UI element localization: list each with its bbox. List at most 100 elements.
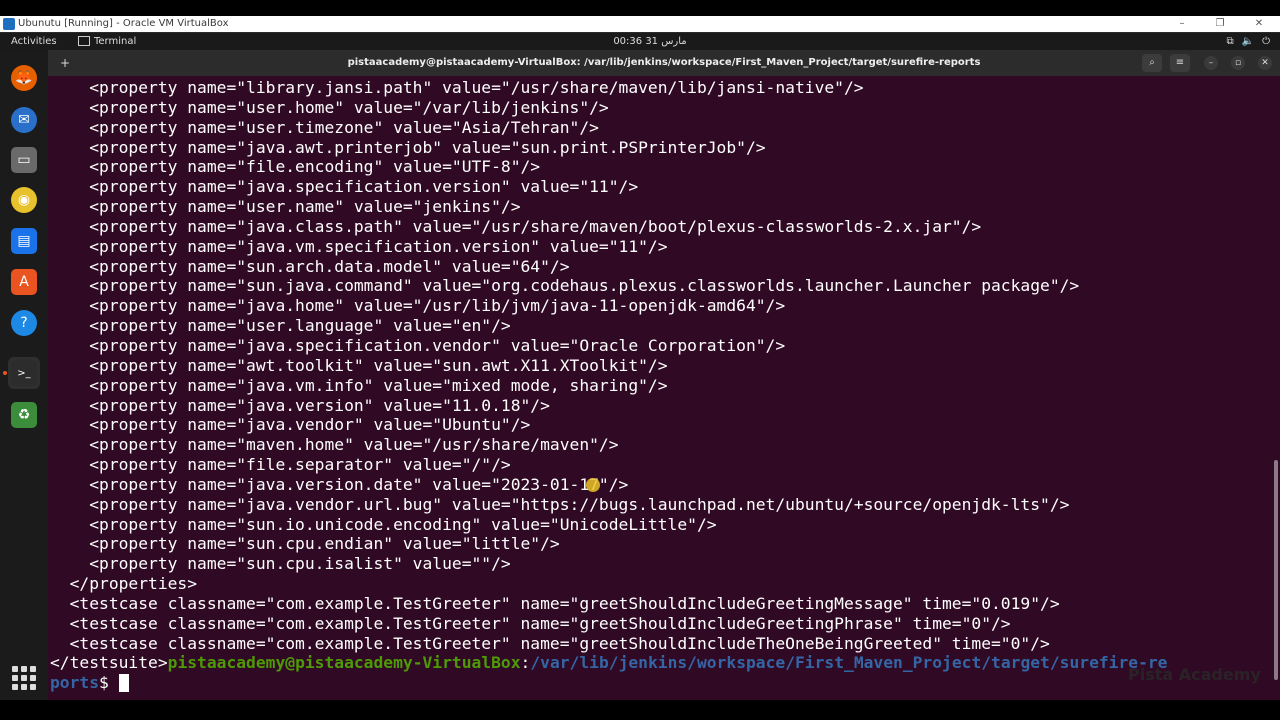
grid-dot [21, 675, 27, 681]
hamburger-menu-button[interactable]: ≡ [1170, 54, 1190, 72]
trash-glyph: ♻ [11, 402, 37, 428]
activities-button[interactable]: Activities [11, 33, 57, 50]
terminal-line: <property name="java.specification.versi… [50, 177, 639, 197]
terminal-scrollbar[interactable] [1272, 76, 1280, 700]
watermark: Pista Academy [1128, 665, 1261, 684]
terminal-maximize-button[interactable]: ▫ [1231, 56, 1245, 70]
grid-dot [12, 684, 18, 690]
files-glyph: ▭ [11, 147, 37, 173]
writer-glyph: ▤ [11, 228, 37, 254]
virtualbox-title: Ubunutu [Running] - Oracle VM VirtualBox [18, 18, 229, 29]
terminal-line: <property name="user.home" value="/var/l… [50, 97, 609, 117]
terminal-line: <property name="sun.cpu.isalist" value="… [50, 554, 511, 574]
dock-thunderbird-icon[interactable]: ✉ [8, 104, 40, 136]
prompt-line: </testsuite>pistaacademy@pistaacademy-Vi… [50, 653, 1167, 673]
terminal-glyph: >_ [11, 360, 37, 386]
app-menu-terminal[interactable]: Terminal [78, 33, 136, 50]
thunderbird-glyph: ✉ [11, 107, 37, 133]
terminal-line: <property name="java.specification.vendo… [50, 335, 786, 355]
terminal-line: <property name="java.version" value="11.… [50, 395, 550, 415]
terminal-line: <property name="java.vendor" value="Ubun… [50, 415, 531, 435]
prompt-path: /var/lib/jenkins/workspace/First_Maven_P… [530, 653, 1168, 673]
terminal-line: <testcase classname="com.example.TestGre… [50, 593, 1060, 613]
dock-trash-icon[interactable]: ♻ [8, 399, 40, 431]
terminal-line: <property name="sun.arch.data.model" val… [50, 256, 570, 276]
terminal-line: <testcase classname="com.example.TestGre… [50, 633, 1050, 653]
software-glyph: A [11, 269, 37, 295]
text-cursor [118, 674, 129, 693]
dock-firefox-icon[interactable]: 🦊 [8, 62, 40, 94]
terminal-line: <property name="awt.toolkit" value="sun.… [50, 355, 668, 375]
show-applications-icon[interactable] [12, 666, 36, 690]
terminal-line: <property name="sun.io.unicode.encoding"… [50, 514, 717, 534]
dock: 🦊 ✉ ▭ ◉ ▤ A? >_ ♻ [0, 50, 48, 700]
host-top-strip [0, 0, 1280, 16]
system-tray[interactable]: ⧉ 🔈 ⏻ [1218, 33, 1270, 50]
terminal-line: <property name="java.class.path" value="… [50, 216, 982, 236]
running-indicator [3, 371, 7, 375]
terminal-minimize-button[interactable]: – [1204, 56, 1218, 70]
host-bottom-strip [0, 700, 1280, 720]
dock-writer-icon[interactable]: ▤ [8, 225, 40, 257]
terminal-line: <property name="java.version.date" value… [50, 474, 629, 494]
grid-dot [30, 666, 36, 672]
vbox-close-button[interactable]: ✕ [1249, 16, 1269, 32]
dock-software-icon[interactable]: A [8, 266, 40, 298]
network-icon[interactable]: ⧉ [1226, 36, 1233, 47]
terminal-line: <testcase classname="com.example.TestGre… [50, 613, 1011, 633]
grid-dot [30, 684, 36, 690]
terminal-app-icon [78, 36, 90, 46]
terminal-line: <property name="sun.cpu.endian" value="l… [50, 534, 560, 554]
grid-dot [21, 666, 27, 672]
prompt-path-continued: ports [50, 673, 100, 693]
dock-terminal-icon[interactable]: >_ [8, 357, 40, 389]
screen: Ubunutu [Running] - Oracle VM VirtualBox… [0, 0, 1280, 720]
app-name: Terminal [94, 36, 137, 47]
terminal-line: <property name="file.separator" value="/… [50, 455, 511, 475]
help-glyph: ? [11, 310, 37, 336]
vbox-maximize-button[interactable]: ❐ [1210, 16, 1230, 32]
rhythmbox-glyph: ◉ [11, 187, 37, 213]
terminal-line: <property name="sun.java.command" value=… [50, 276, 1080, 296]
virtualbox-icon [3, 18, 15, 30]
prompt-symbol: $ [99, 673, 119, 693]
terminal-headerbar: + pistaacademy@pistaacademy-VirtualBox: … [48, 50, 1280, 76]
terminal-line: <property name="java.vm.info" value="mix… [50, 375, 668, 395]
terminal-line: <property name="java.home" value="/usr/l… [50, 296, 786, 316]
terminal-line: <property name="user.language" value="en… [50, 316, 511, 336]
grid-dot [12, 675, 18, 681]
power-icon[interactable]: ⏻ [1262, 36, 1270, 47]
grid-dot [12, 666, 18, 672]
vbox-minimize-button[interactable]: – [1172, 16, 1192, 32]
dock-rhythmbox-icon[interactable]: ◉ [8, 184, 40, 216]
terminal-line: </properties> [50, 574, 198, 594]
prompt-line-continued: ports$ [50, 673, 1167, 693]
terminal-line: <property name="java.awt.printerjob" val… [50, 137, 766, 157]
terminal-line: <property name="user.name" value="jenkin… [50, 197, 521, 217]
terminal-line: <property name="library.jansi.path" valu… [50, 78, 864, 97]
grid-dot [30, 675, 36, 681]
gnome-top-bar: Activities Terminal 00:36 مارس 31 ⧉ 🔈 ⏻ [0, 33, 1280, 50]
firefox-glyph: 🦊 [11, 65, 37, 91]
mouse-pointer-highlight [586, 478, 600, 492]
terminal-line: <property name="user.timezone" value="As… [50, 117, 599, 137]
dock-files-icon[interactable]: ▭ [8, 144, 40, 176]
terminal-output[interactable]: <property name="library.jansi.path" valu… [48, 76, 1272, 700]
volume-icon[interactable]: 🔈 [1242, 36, 1254, 47]
terminal-line: <property name="java.vm.specification.ve… [50, 236, 668, 256]
search-button[interactable]: ⌕ [1142, 54, 1162, 72]
terminal-lines: <property name="library.jansi.path" valu… [50, 78, 1167, 693]
terminal-title: pistaacademy@pistaacademy-VirtualBox: /v… [347, 57, 981, 68]
scrollbar-thumb[interactable] [1274, 460, 1278, 680]
prompt-separator: : [520, 653, 531, 673]
virtualbox-titlebar: Ubunutu [Running] - Oracle VM VirtualBox… [0, 16, 1280, 32]
dock-help-icon[interactable]: ? [8, 307, 40, 339]
terminal-line: <property name="java.vendor.url.bug" val… [50, 494, 1070, 514]
grid-dot [21, 684, 27, 690]
closing-tag: </testsuite> [50, 653, 168, 673]
terminal-close-button[interactable]: ✕ [1258, 56, 1272, 70]
clock[interactable]: 00:36 مارس 31 [600, 33, 700, 50]
terminal-line: <property name="file.encoding" value="UT… [50, 157, 541, 177]
prompt-user: pistaacademy@pistaacademy-VirtualBox [167, 653, 521, 673]
terminal-line: <property name="maven.home" value="/usr/… [50, 435, 619, 455]
